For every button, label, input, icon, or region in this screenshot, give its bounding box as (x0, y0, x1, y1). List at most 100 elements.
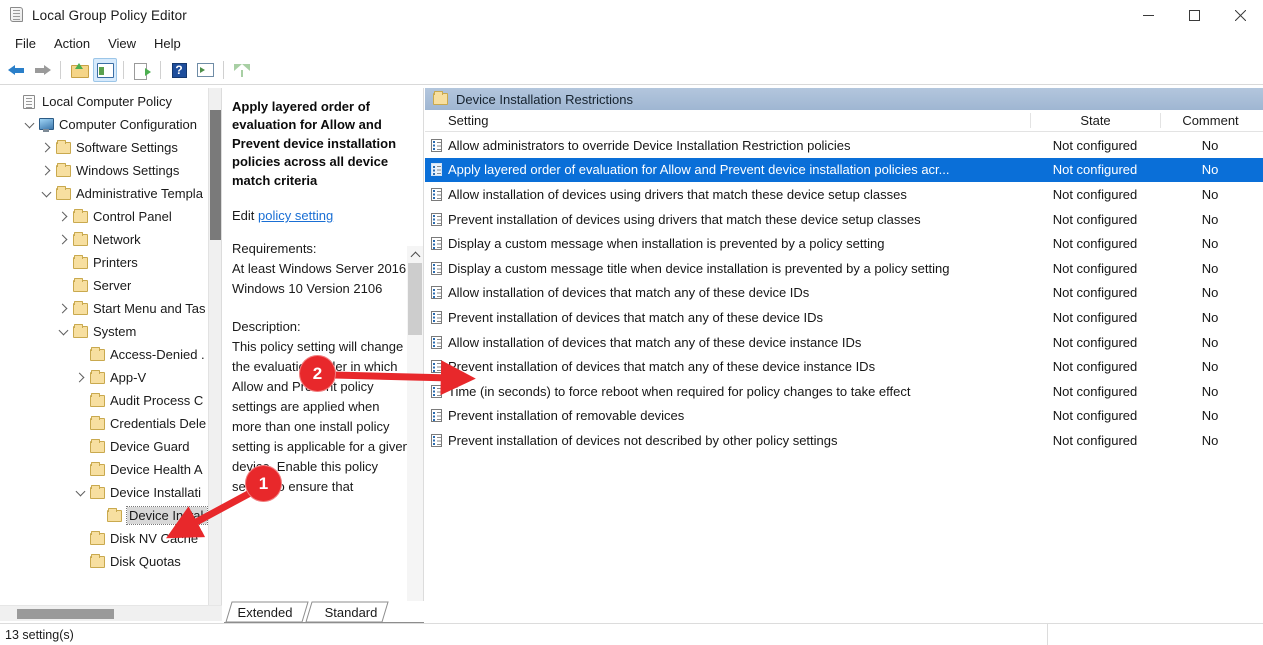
policy-setting-link[interactable]: policy setting (258, 208, 333, 223)
back-button[interactable] (4, 58, 28, 82)
chevron-right-icon[interactable] (55, 303, 71, 314)
table-row[interactable]: Display a custom message when installati… (425, 231, 1263, 256)
tree-item-computer-configuration[interactable]: Computer Configuration (0, 113, 208, 136)
table-row[interactable]: Prevent installation of devices that mat… (425, 305, 1263, 330)
show-hide-console-tree-button[interactable] (93, 58, 117, 82)
table-row[interactable]: Prevent installation of removable device… (425, 404, 1263, 429)
minimize-button[interactable] (1125, 0, 1171, 30)
maximize-button[interactable] (1171, 0, 1217, 30)
folder-icon (88, 392, 106, 407)
tree-item-device-guard[interactable]: Device Guard (0, 435, 208, 458)
chevron-right-icon[interactable] (55, 211, 71, 222)
cell-comment: No (1201, 211, 1219, 227)
close-button[interactable] (1217, 0, 1263, 30)
table-row[interactable]: Prevent installation of devices not desc… (425, 428, 1263, 453)
edit-policy-line: Edit policy setting (232, 208, 411, 223)
description-scroll-thumb[interactable] (408, 263, 422, 335)
toolbar-separator (123, 61, 124, 79)
requirements-heading: Requirements: (232, 241, 317, 257)
back-arrow-icon (7, 64, 25, 77)
cell-state: Not configured (1052, 211, 1138, 227)
tree-item-label: Server (93, 278, 132, 293)
forward-button[interactable] (30, 58, 54, 82)
column-header-comment[interactable]: Comment (1160, 113, 1260, 128)
tree-item-network[interactable]: Network (0, 228, 208, 251)
table-row[interactable]: Allow installation of devices using driv… (425, 182, 1263, 207)
export-list-icon (133, 62, 151, 80)
console-tree: Local Computer Policy Computer Configurat… (0, 88, 209, 573)
tree-item-administrative-templa[interactable]: Administrative Templa (0, 182, 208, 205)
tab-standard[interactable]: Standard (316, 602, 386, 623)
tree-item-windows-settings[interactable]: Windows Settings (0, 159, 208, 182)
tab-extended[interactable]: Extended (230, 602, 300, 623)
tree-item-software-settings[interactable]: Software Settings (0, 136, 208, 159)
chevron-right-icon[interactable] (55, 234, 71, 245)
tree-horizontal-scrollbar[interactable] (0, 605, 222, 621)
folder-icon (54, 185, 72, 200)
chevron-down-icon[interactable] (21, 118, 37, 128)
help-button[interactable]: ? (167, 58, 191, 82)
tree-item-label: Administrative Templa (76, 186, 203, 201)
table-row[interactable]: Time (in seconds) to force reboot when r… (425, 379, 1263, 404)
menu-action[interactable]: Action (45, 33, 99, 54)
show-hide-action-pane-button[interactable] (193, 58, 217, 82)
window-controls (1125, 0, 1263, 30)
tree-item-printers[interactable]: Printers (0, 251, 208, 274)
column-header-setting[interactable]: Setting (425, 113, 1030, 128)
table-row[interactable]: Allow administrators to override Device … (425, 133, 1263, 158)
tree-item-local-computer-policy[interactable]: Local Computer Policy (0, 90, 208, 113)
tree-item-disk-quotas[interactable]: Disk Quotas (0, 550, 208, 573)
view-tabs: Extended Standard (224, 601, 424, 623)
menu-help[interactable]: Help (145, 33, 190, 54)
cell-state: Not configured (1052, 383, 1138, 399)
policy-setting-icon (425, 138, 448, 152)
filter-icon (234, 63, 250, 78)
chevron-down-icon[interactable] (72, 486, 88, 496)
tree-item-device-instal[interactable]: Device Instal (0, 504, 209, 527)
tree-item-server[interactable]: Server (0, 274, 208, 297)
table-row[interactable]: Display a custom message title when devi… (425, 256, 1263, 281)
tree-item-device-installati[interactable]: Device Installati (0, 481, 208, 504)
tree-item-access-denied[interactable]: Access-Denied . (0, 343, 208, 366)
local-group-policy-editor-window: Local Group Policy Editor File Action Vi… (0, 0, 1263, 645)
tree-item-control-panel[interactable]: Control Panel (0, 205, 208, 228)
tree-item-device-health-a[interactable]: Device Health A (0, 458, 208, 481)
tree-vertical-scroll-thumb[interactable] (210, 110, 221, 240)
up-one-level-button[interactable] (67, 58, 91, 82)
table-row[interactable]: Prevent installation of devices that mat… (425, 354, 1263, 379)
requirements-text: At least Windows Server 2016, Windows 10… (232, 261, 410, 297)
table-row[interactable]: Apply layered order of evaluation for Al… (425, 157, 1263, 183)
table-row[interactable]: Allow installation of devices that match… (425, 281, 1263, 306)
cell-comment: No (1201, 408, 1219, 424)
tree-item-system[interactable]: System (0, 320, 208, 343)
chevron-right-icon[interactable] (38, 165, 54, 176)
cell-comment: No (1201, 432, 1219, 448)
description-vertical-scrollbar[interactable] (407, 246, 423, 621)
tree-horizontal-scroll-thumb[interactable] (17, 609, 114, 619)
scroll-up-arrow-icon[interactable] (407, 246, 423, 263)
chevron-right-icon[interactable] (38, 142, 54, 153)
chevron-right-icon[interactable] (72, 372, 88, 383)
chevron-down-icon[interactable] (55, 325, 71, 335)
export-list-button[interactable] (130, 58, 154, 82)
policy-setting-icon (425, 237, 448, 251)
tree-item-credentials-dele[interactable]: Credentials Dele (0, 412, 208, 435)
folder-icon (88, 553, 106, 568)
toolbar: ? (0, 56, 1263, 84)
folder-icon (88, 461, 106, 476)
tree-item-audit-process-c[interactable]: Audit Process C (0, 389, 208, 412)
tree-vertical-scrollbar[interactable] (208, 88, 221, 620)
tree-item-start-menu-and-tas[interactable]: Start Menu and Tas (0, 297, 208, 320)
column-header-state[interactable]: State (1030, 113, 1160, 128)
menu-view[interactable]: View (99, 33, 145, 54)
table-row[interactable]: Prevent installation of devices using dr… (425, 207, 1263, 232)
table-row[interactable]: Allow installation of devices that match… (425, 330, 1263, 355)
menu-file[interactable]: File (6, 33, 45, 54)
tree-item-app-v[interactable]: App-V (0, 366, 208, 389)
filter-button[interactable] (230, 58, 254, 82)
chevron-down-icon[interactable] (38, 187, 54, 197)
cell-state: Not configured (1052, 432, 1138, 448)
tree-item-label: Computer Configuration (59, 117, 198, 132)
cell-setting: Time (in seconds) to force reboot when r… (448, 383, 911, 399)
tree-item-disk-nv-cache[interactable]: Disk NV Cache (0, 527, 208, 550)
